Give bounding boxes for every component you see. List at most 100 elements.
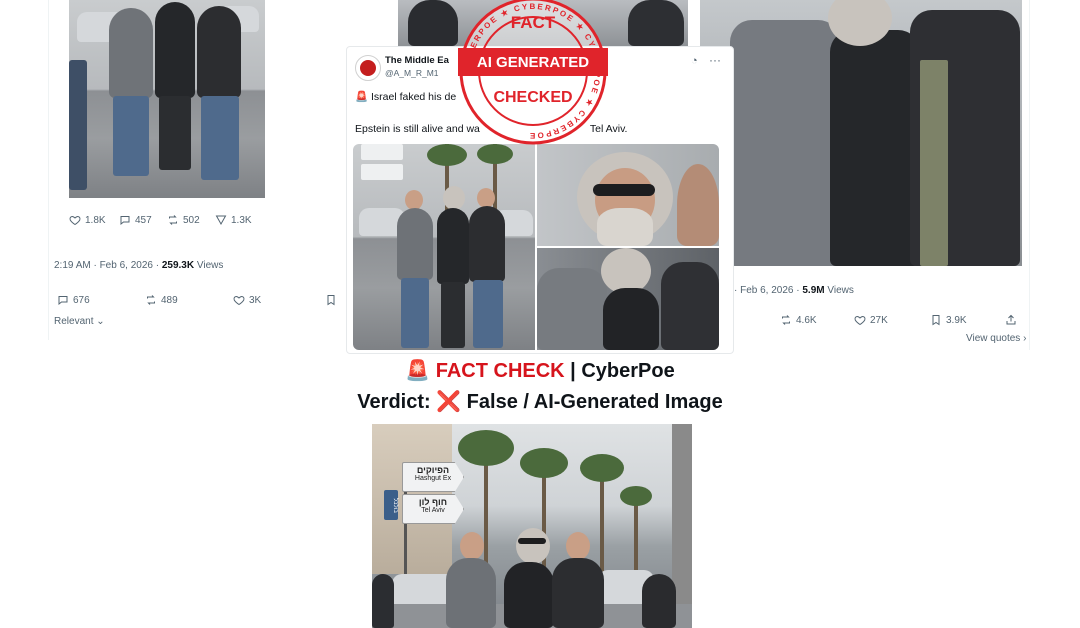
left-timestamp: 2:19 AM · Feb 6, 2026 · 259.3K Views [54,260,223,271]
tweet-image-medium[interactable] [537,248,719,350]
reply-count: 457 [135,214,152,226]
stamp-middle-text: AI GENERATED [477,54,589,71]
sort-label: Relevant [54,316,94,327]
man-left-jeans [113,96,149,176]
repost-icon [782,315,790,325]
right-tweet-card: · Feb 6, 2026 · 5.9M Views 4.6K 27K 3.9K… [700,0,1030,350]
sign-top-hebrew: הפיוקים [416,465,450,475]
side-blue-sign: בולבל [384,490,398,520]
more-options-icon[interactable]: ··· [709,53,721,67]
palm-fronds [427,144,467,166]
man-left-jeans [401,278,429,348]
cross-icon: ❌ [436,391,462,413]
grok-icon[interactable]: ◔ [691,55,698,67]
man-center-trousers [441,282,465,348]
chevron-down-icon: ⌄ [93,316,105,327]
man-right-black-jacket [552,558,604,628]
account-avatar[interactable] [355,55,381,81]
left-repost-metric[interactable]: 502 [167,214,200,226]
account-handle[interactable]: @A_M_R_M1 [385,68,439,78]
views-label: Views [824,285,854,296]
left-reply-metric[interactable]: 457 [119,214,152,226]
tweet-image-main[interactable] [353,144,535,350]
chevron-right-icon: › [1020,333,1027,344]
right-reposts-action[interactable]: 4.6K [780,314,817,326]
background-man-left [372,574,394,628]
fact-check-headline: 🚨 FACT CHECK | CyberPoe [0,358,1080,383]
logo-icon [360,60,376,76]
head-right-man [477,188,495,208]
man-left-grey-jacket [730,20,840,266]
bottom-evidence-photo[interactable]: הפיוקים Hashgut Ex חוף לון Tel Aviv בולב… [372,424,692,628]
left-like-metric[interactable]: 1.8K [69,214,106,226]
man-right-black [661,262,719,350]
partial-figure [628,0,684,46]
sign-bottom-latin: Tel Aviv [421,507,445,514]
reposts-action-count: 4.6K [796,314,817,326]
repost-count: 502 [183,214,200,226]
street-sign [361,144,403,160]
right-likes-action[interactable]: 27K [854,314,888,326]
heart-icon [69,215,81,226]
man-right [469,206,505,282]
left-likes-action[interactable]: 3K [233,294,261,306]
brand-name: CyberPoe [581,360,675,382]
verdict-text: False / AI-Generated Image [461,391,723,413]
background-man [642,574,676,628]
right-bookmarks-action[interactable]: 3.9K [930,314,967,326]
bookmark-icon [327,295,335,306]
sort-dropdown[interactable]: Relevant ⌄ [54,316,105,327]
man-right [197,6,241,98]
likes-action-count: 27K [870,314,888,326]
man-center-black [603,288,659,350]
man-left-grey [537,268,607,350]
man-center-black-jacket [504,562,554,628]
headline-separator: | [564,360,582,382]
like-count: 1.8K [85,214,106,226]
right-share-action[interactable] [1005,314,1017,326]
street-sign-bottom: חוף לון Tel Aviv [402,494,464,524]
reply-icon [120,216,130,226]
man-center-trousers [159,96,191,170]
left-reposts-action[interactable]: 489 [145,294,178,306]
side-sign-text: בולבל [392,497,398,513]
head-center-man [443,186,465,210]
head-left-man [405,190,423,210]
repost-icon [147,295,155,305]
palm-fronds [520,448,568,478]
sign-top-latin: Hashgut Ex [414,475,452,482]
verdict-label: Verdict: [357,391,437,413]
bookmark-icon [932,315,940,326]
stamp-bottom-text: CHECKED [493,89,572,106]
man-center [155,2,195,98]
likes-action-count: 3K [249,294,262,306]
views-label: Views [194,260,224,271]
grey-beard [597,208,653,246]
man-right-jeans [201,96,239,180]
views-count: 1.3K [231,214,252,226]
views-total: 259.3K [161,260,195,271]
left-replies-action[interactable]: 676 [57,294,90,306]
heart-icon [233,295,245,306]
left-bookmark-action[interactable] [325,294,337,306]
street-sign-top: הפיוקים Hashgut Ex [402,462,464,492]
view-quotes-link[interactable]: View quotes › [966,333,1026,344]
palm-fronds [458,430,514,466]
street-sign [361,164,403,180]
right-tweet-photo[interactable] [700,0,1022,266]
verdict-line: Verdict: ❌ False / AI-Generated Image [0,389,1080,414]
man-center [437,208,469,284]
share-icon [1006,314,1016,325]
head-grey-haired-man [516,528,550,564]
green-shirt [920,60,948,266]
tweet-line-1: 🚨 Israel faked his de [355,91,457,103]
account-name[interactable]: The Middle Ea [385,55,449,66]
left-tweet-card: 1.8K 457 502 1.3K 2:19 AM · Feb 6, 2026 … [48,0,348,340]
palm-fronds [620,486,652,506]
left-views-metric[interactable]: 1.3K [215,214,252,226]
sunglasses [593,184,655,196]
stamp-top-text: FACT [511,13,556,32]
left-tweet-photo[interactable] [69,0,265,198]
heart-icon [854,315,866,326]
tweet-image-closeup[interactable] [537,144,719,246]
